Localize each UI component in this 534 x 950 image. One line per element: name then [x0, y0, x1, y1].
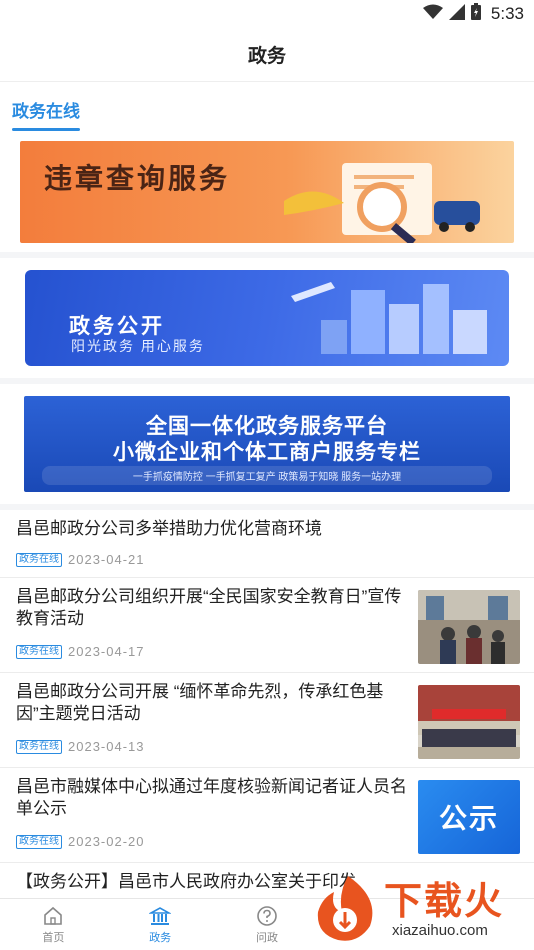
watermark-text: 下载火 — [384, 881, 505, 923]
watermark-logo: 下载火 xiazaihuo.com — [308, 868, 528, 946]
news-list: 昌邑邮政分公司多举措助力优化营商环境 政务在线 2023-04-21 昌邑邮政分… — [0, 510, 534, 893]
news-thumbnail — [418, 685, 520, 759]
banner-line2: 小微企业和个体工商户服务专栏 — [113, 441, 421, 464]
scroll-content[interactable]: 政务在线 违章查询服务 政务公开 阳光政务 用心服务 全国一体化政务服务平台 小… — [0, 82, 534, 893]
nav-home[interactable]: 首页 — [0, 899, 107, 950]
news-thumbnail: 公示 — [418, 780, 520, 854]
document-magnifier-icon — [284, 163, 480, 243]
news-date: 2023-04-17 — [68, 644, 145, 659]
category-tag: 政务在线 — [16, 834, 62, 849]
home-icon — [44, 906, 63, 925]
watermark-url: xiazaihuo.com — [392, 922, 488, 939]
banner-card-violation[interactable]: 违章查询服务 — [0, 132, 534, 252]
news-item[interactable]: 昌邑邮政分公司开展 “缅怀革命先烈，传承红色基因”主题党日活动 政务在线 202… — [0, 673, 534, 768]
nav-inquiry-label: 问政 — [255, 931, 278, 944]
nav-government-label: 政务 — [149, 931, 172, 944]
thumbnail-label: 公示 — [438, 803, 499, 834]
category-tag: 政务在线 — [16, 552, 62, 567]
category-tag: 政务在线 — [16, 644, 62, 659]
tab-online-affairs[interactable]: 政务在线 — [12, 82, 80, 131]
news-item[interactable]: 昌邑邮政分公司组织开展“全民国家安全教育日”宣传教育活动 政务在线 2023-0… — [0, 578, 534, 673]
news-date: 2023-04-21 — [68, 552, 145, 567]
clock: 5:33 — [490, 4, 524, 23]
battery-icon — [470, 3, 481, 25]
status-bar: 5:33 — [0, 0, 534, 28]
news-title: 昌邑邮政分公司组织开展“全民国家安全教育日”宣传教育活动 — [16, 587, 402, 628]
banner-line3: 一手抓疫情防控 一手抓复工复产 政策易于知晓 服务一站办理 — [42, 466, 492, 485]
wifi-icon — [422, 4, 443, 25]
section-tabs: 政务在线 — [0, 82, 534, 132]
city-buildings-icon — [291, 282, 487, 354]
news-date: 2023-04-13 — [68, 739, 145, 754]
news-item[interactable]: 昌邑邮政分公司多举措助力优化营商环境 政务在线 2023-04-21 — [0, 510, 534, 578]
violation-query-banner[interactable]: 违章查询服务 — [20, 141, 514, 243]
news-title: 昌邑邮政分公司多举措助力优化营商环境 — [16, 519, 322, 538]
question-icon — [257, 905, 277, 926]
banner-title: 违章查询服务 — [44, 163, 231, 194]
news-date: 2023-02-20 — [68, 834, 145, 849]
government-building-icon — [149, 906, 172, 925]
banner-subtitle: 阳光政务 用心服务 — [71, 338, 205, 354]
small-business-banner[interactable]: 全国一体化政务服务平台 小微企业和个体工商户服务专栏 一手抓疫情防控 一手抓复工… — [24, 396, 510, 492]
news-title: 昌邑市融媒体中心拟通过年度核验新闻记者证人员名单公示 — [16, 777, 407, 818]
page-title: 政务 — [247, 46, 286, 67]
top-app-bar: 政务 — [0, 28, 534, 82]
public-affairs-banner[interactable]: 政务公开 阳光政务 用心服务 — [25, 270, 509, 366]
news-title: 昌邑邮政分公司开展 “缅怀革命先烈，传承红色基因”主题党日活动 — [16, 682, 384, 723]
signal-icon — [448, 3, 465, 25]
banner-card-public-affairs[interactable]: 政务公开 阳光政务 用心服务 — [0, 258, 534, 378]
news-item[interactable]: 昌邑市融媒体中心拟通过年度核验新闻记者证人员名单公示 政务在线 2023-02-… — [0, 768, 534, 863]
news-thumbnail — [418, 590, 520, 664]
nav-inquiry[interactable]: 问政 — [214, 899, 321, 950]
nav-government[interactable]: 政务 — [107, 899, 214, 950]
banner-card-small-business[interactable]: 全国一体化政务服务平台 小微企业和个体工商户服务专栏 一手抓疫情防控 一手抓复工… — [0, 384, 534, 504]
category-tag: 政务在线 — [16, 739, 62, 754]
nav-home-label: 首页 — [42, 931, 65, 944]
